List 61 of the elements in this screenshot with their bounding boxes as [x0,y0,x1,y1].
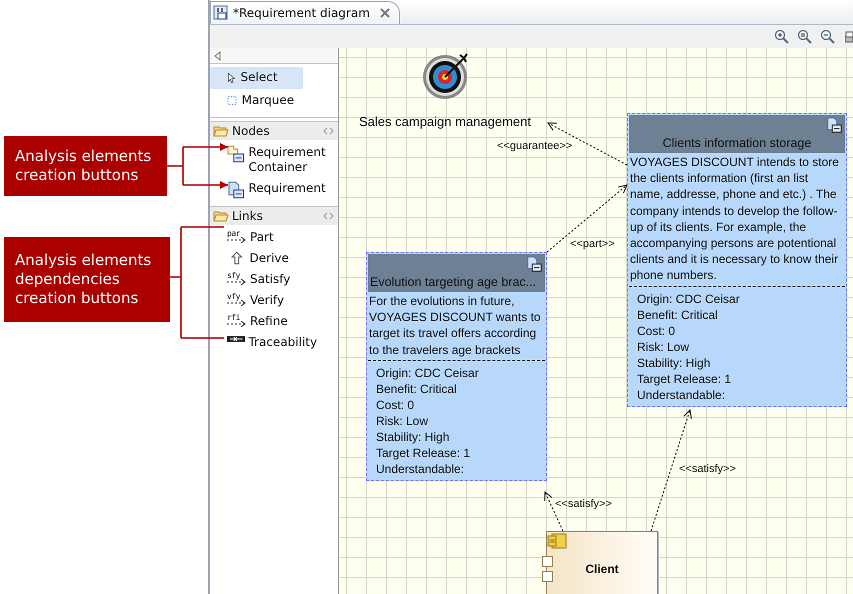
palette-item[interactable]: Select [210,67,303,89]
folder-icon [213,210,229,222]
attribute-text: Risk: Low [376,412,430,429]
zoom-out-icon[interactable] [820,28,836,44]
trace-icon [227,335,246,343]
requirement-node[interactable] [366,252,547,481]
requirement-title: Evolution targeting age brac... [370,275,536,289]
stereotype-label: <<guarantee>> [497,140,572,152]
component-icon [547,533,567,549]
requirement-description: VOYAGES DISCOUNT intends to store the clients information (first an list name, addresse, phone and etc.) . The company intends to develop the follow-up of its clients. For example, the accompanying persons are potentional clients and it is necessary to know their phone numbers. [629,153,845,287]
pointer-icon [227,70,237,86]
palette-item[interactable]: Requirement Container [210,142,338,178]
palette-item[interactable]: par Part [210,227,338,248]
close-icon[interactable] [380,8,390,18]
requirement-icon [526,256,543,273]
attribute-text: Target Release: 1 [637,370,732,387]
requirement-title: Clients information storage [662,136,812,150]
port-icon [542,571,553,582]
attribute-text: Understandable: [637,386,726,403]
attribute-text: Risk: Low [637,338,690,355]
printer-icon[interactable] [845,28,853,44]
attribute-text: Cost: 0 [376,396,416,413]
palette-item[interactable]: sfy Satisfy [210,269,338,290]
zoom-in-icon[interactable] [774,28,790,44]
drawer-header[interactable]: Nodes [210,121,338,140]
palette-item[interactable]: Requirement [210,178,338,203]
container-icon [227,145,246,164]
palette-item[interactable]: vfy Verify [210,290,338,311]
palette-item[interactable]: rfi Refine [210,311,338,332]
palette-item[interactable]: Traceability [210,332,338,353]
goal-label: Sales campaign management [359,114,531,129]
attribute-text: Cost: 0 [637,322,676,339]
diagram-icon [213,5,229,21]
drawer-header[interactable]: Links [210,206,338,225]
target-icon [422,52,470,100]
requirement-description: For the evolutions in future, VOYAGES DISCOUNT wants to target its travel offers according to the travelers age brackets [368,292,545,361]
zoom-icon[interactable] [797,28,813,44]
callout-label: Analysis elements creation buttons [4,136,167,196]
arrow-icon [231,251,243,265]
port-icon [542,556,553,567]
editor-tab[interactable]: *Requirement diagram [210,1,400,24]
stereotype-label: <<satisfy>> [679,463,736,475]
requirement-node[interactable] [627,113,847,407]
stereotype-label: <<part>> [570,238,615,250]
stereotype-label: <<satisfy>> [555,498,612,510]
collapse-icon[interactable] [214,50,222,60]
callout-label: Analysis elements dependencies creation buttons [4,237,170,322]
palette-item[interactable]: Derive [210,248,338,269]
attribute-text: Origin: CDC Ceisar [637,290,741,307]
bracket-arrow [165,143,229,189]
palette-item[interactable]: Marquee [210,90,303,112]
attribute-text: Stability: High [637,354,712,371]
requirement-icon [826,117,843,134]
requirement-icon [227,181,246,200]
folder-icon [213,124,229,138]
attribute-text: Target Release: 1 [376,444,472,461]
attribute-text: Understandable: [376,460,466,477]
attribute-text: Benefit: Critical [637,306,719,323]
attribute-text: Stability: High [376,428,450,445]
attribute-text: Origin: CDC Ceisar [376,364,480,381]
attribute-text: Benefit: Critical [376,380,458,397]
